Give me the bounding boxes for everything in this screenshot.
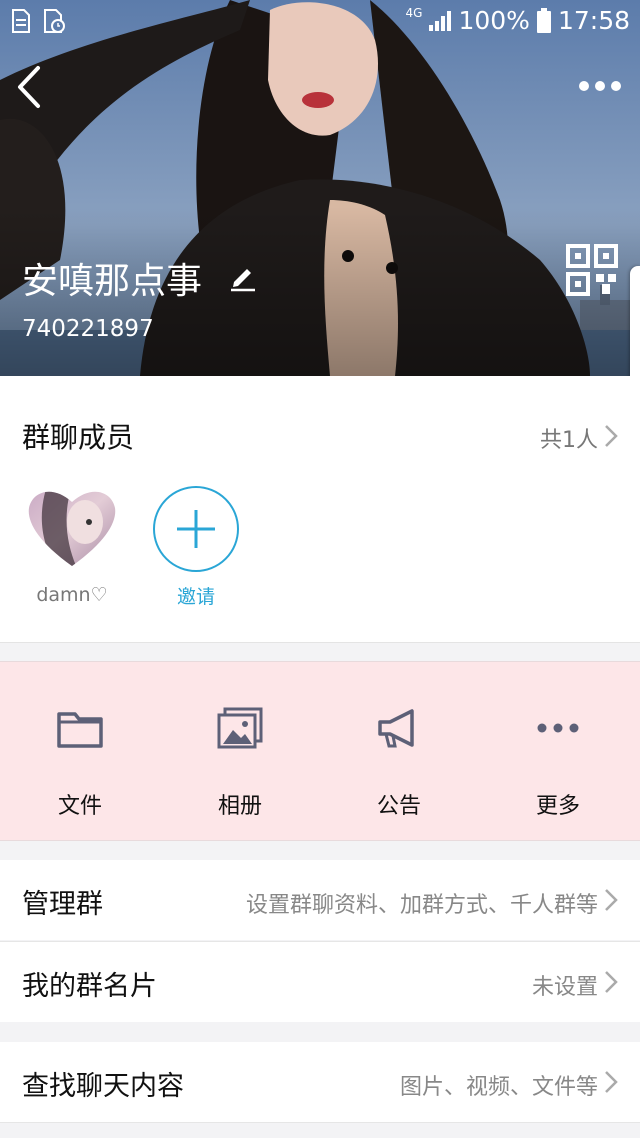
row-value: 设置群聊资料、加群方式、千人群等 <box>245 893 598 918</box>
signal-icon <box>429 10 452 31</box>
document-icon <box>12 9 30 33</box>
chevron-right-icon <box>605 971 618 993</box>
row-label: 管理群 <box>22 889 103 920</box>
tool-album[interactable]: 相册 <box>180 706 300 820</box>
tool-label: 公告 <box>376 794 421 819</box>
back-arrow-icon[interactable] <box>14 64 44 110</box>
quick-tools: 文件 相册 公告 更多 <box>0 661 640 841</box>
members-title: 群聊成员 <box>22 421 135 454</box>
battery-percent: 100% <box>458 6 530 35</box>
invite-label: 邀请 <box>176 586 215 608</box>
edit-pencil-icon[interactable] <box>228 262 258 292</box>
more-icon <box>537 723 579 733</box>
header-cover: 4G 100% 17:58 安嗔那点事 740221897 <box>0 0 640 376</box>
tool-files[interactable]: 文件 <box>20 706 140 820</box>
file-clock-icon <box>44 9 65 33</box>
row-value: 未设置 <box>531 975 598 1000</box>
group-id: 740221897 <box>22 316 154 342</box>
more-options-icon[interactable] <box>578 76 622 96</box>
plus-icon <box>177 510 215 548</box>
row-label: 查找聊天内容 <box>22 1071 184 1102</box>
status-time: 17:58 <box>557 6 630 35</box>
search-chat-row[interactable]: 查找聊天内容 图片、视频、文件等 <box>0 1042 640 1122</box>
battery-icon <box>536 7 551 33</box>
status-bar: 4G 100% 17:58 <box>0 0 640 44</box>
top-nav <box>0 58 640 118</box>
folder-icon <box>57 712 103 748</box>
member-name: damn♡ <box>36 584 108 606</box>
tool-label: 更多 <box>535 794 580 819</box>
members-count[interactable]: 共1人 <box>540 422 598 454</box>
members-section: 群聊成员 共1人 damn♡ 邀请 <box>0 376 640 643</box>
tool-announcement[interactable]: 公告 <box>339 706 459 820</box>
chevron-right-icon[interactable] <box>604 424 618 448</box>
invite-button[interactable]: 邀请 <box>146 486 246 609</box>
member-item[interactable]: damn♡ <box>22 486 122 606</box>
member-avatar <box>28 491 116 566</box>
tool-label: 文件 <box>57 794 102 819</box>
divider <box>0 1122 640 1123</box>
album-icon <box>217 707 263 749</box>
megaphone-icon <box>378 709 414 748</box>
manage-group-row[interactable]: 管理群 设置群聊资料、加群方式、千人群等 <box>0 860 640 940</box>
qr-code-icon[interactable] <box>566 244 618 296</box>
group-name: 安嗔那点事 <box>22 261 203 302</box>
row-value: 图片、视频、文件等 <box>399 1075 598 1100</box>
row-label: 我的群名片 <box>22 971 157 1002</box>
chevron-right-icon <box>605 889 618 911</box>
tool-more[interactable]: 更多 <box>498 706 618 820</box>
chevron-right-icon <box>605 1071 618 1093</box>
my-group-card-row[interactable]: 我的群名片 未设置 <box>0 942 640 1022</box>
network-type: 4G <box>405 5 423 20</box>
invite-circle[interactable] <box>153 486 239 572</box>
tool-label: 相册 <box>217 794 262 819</box>
